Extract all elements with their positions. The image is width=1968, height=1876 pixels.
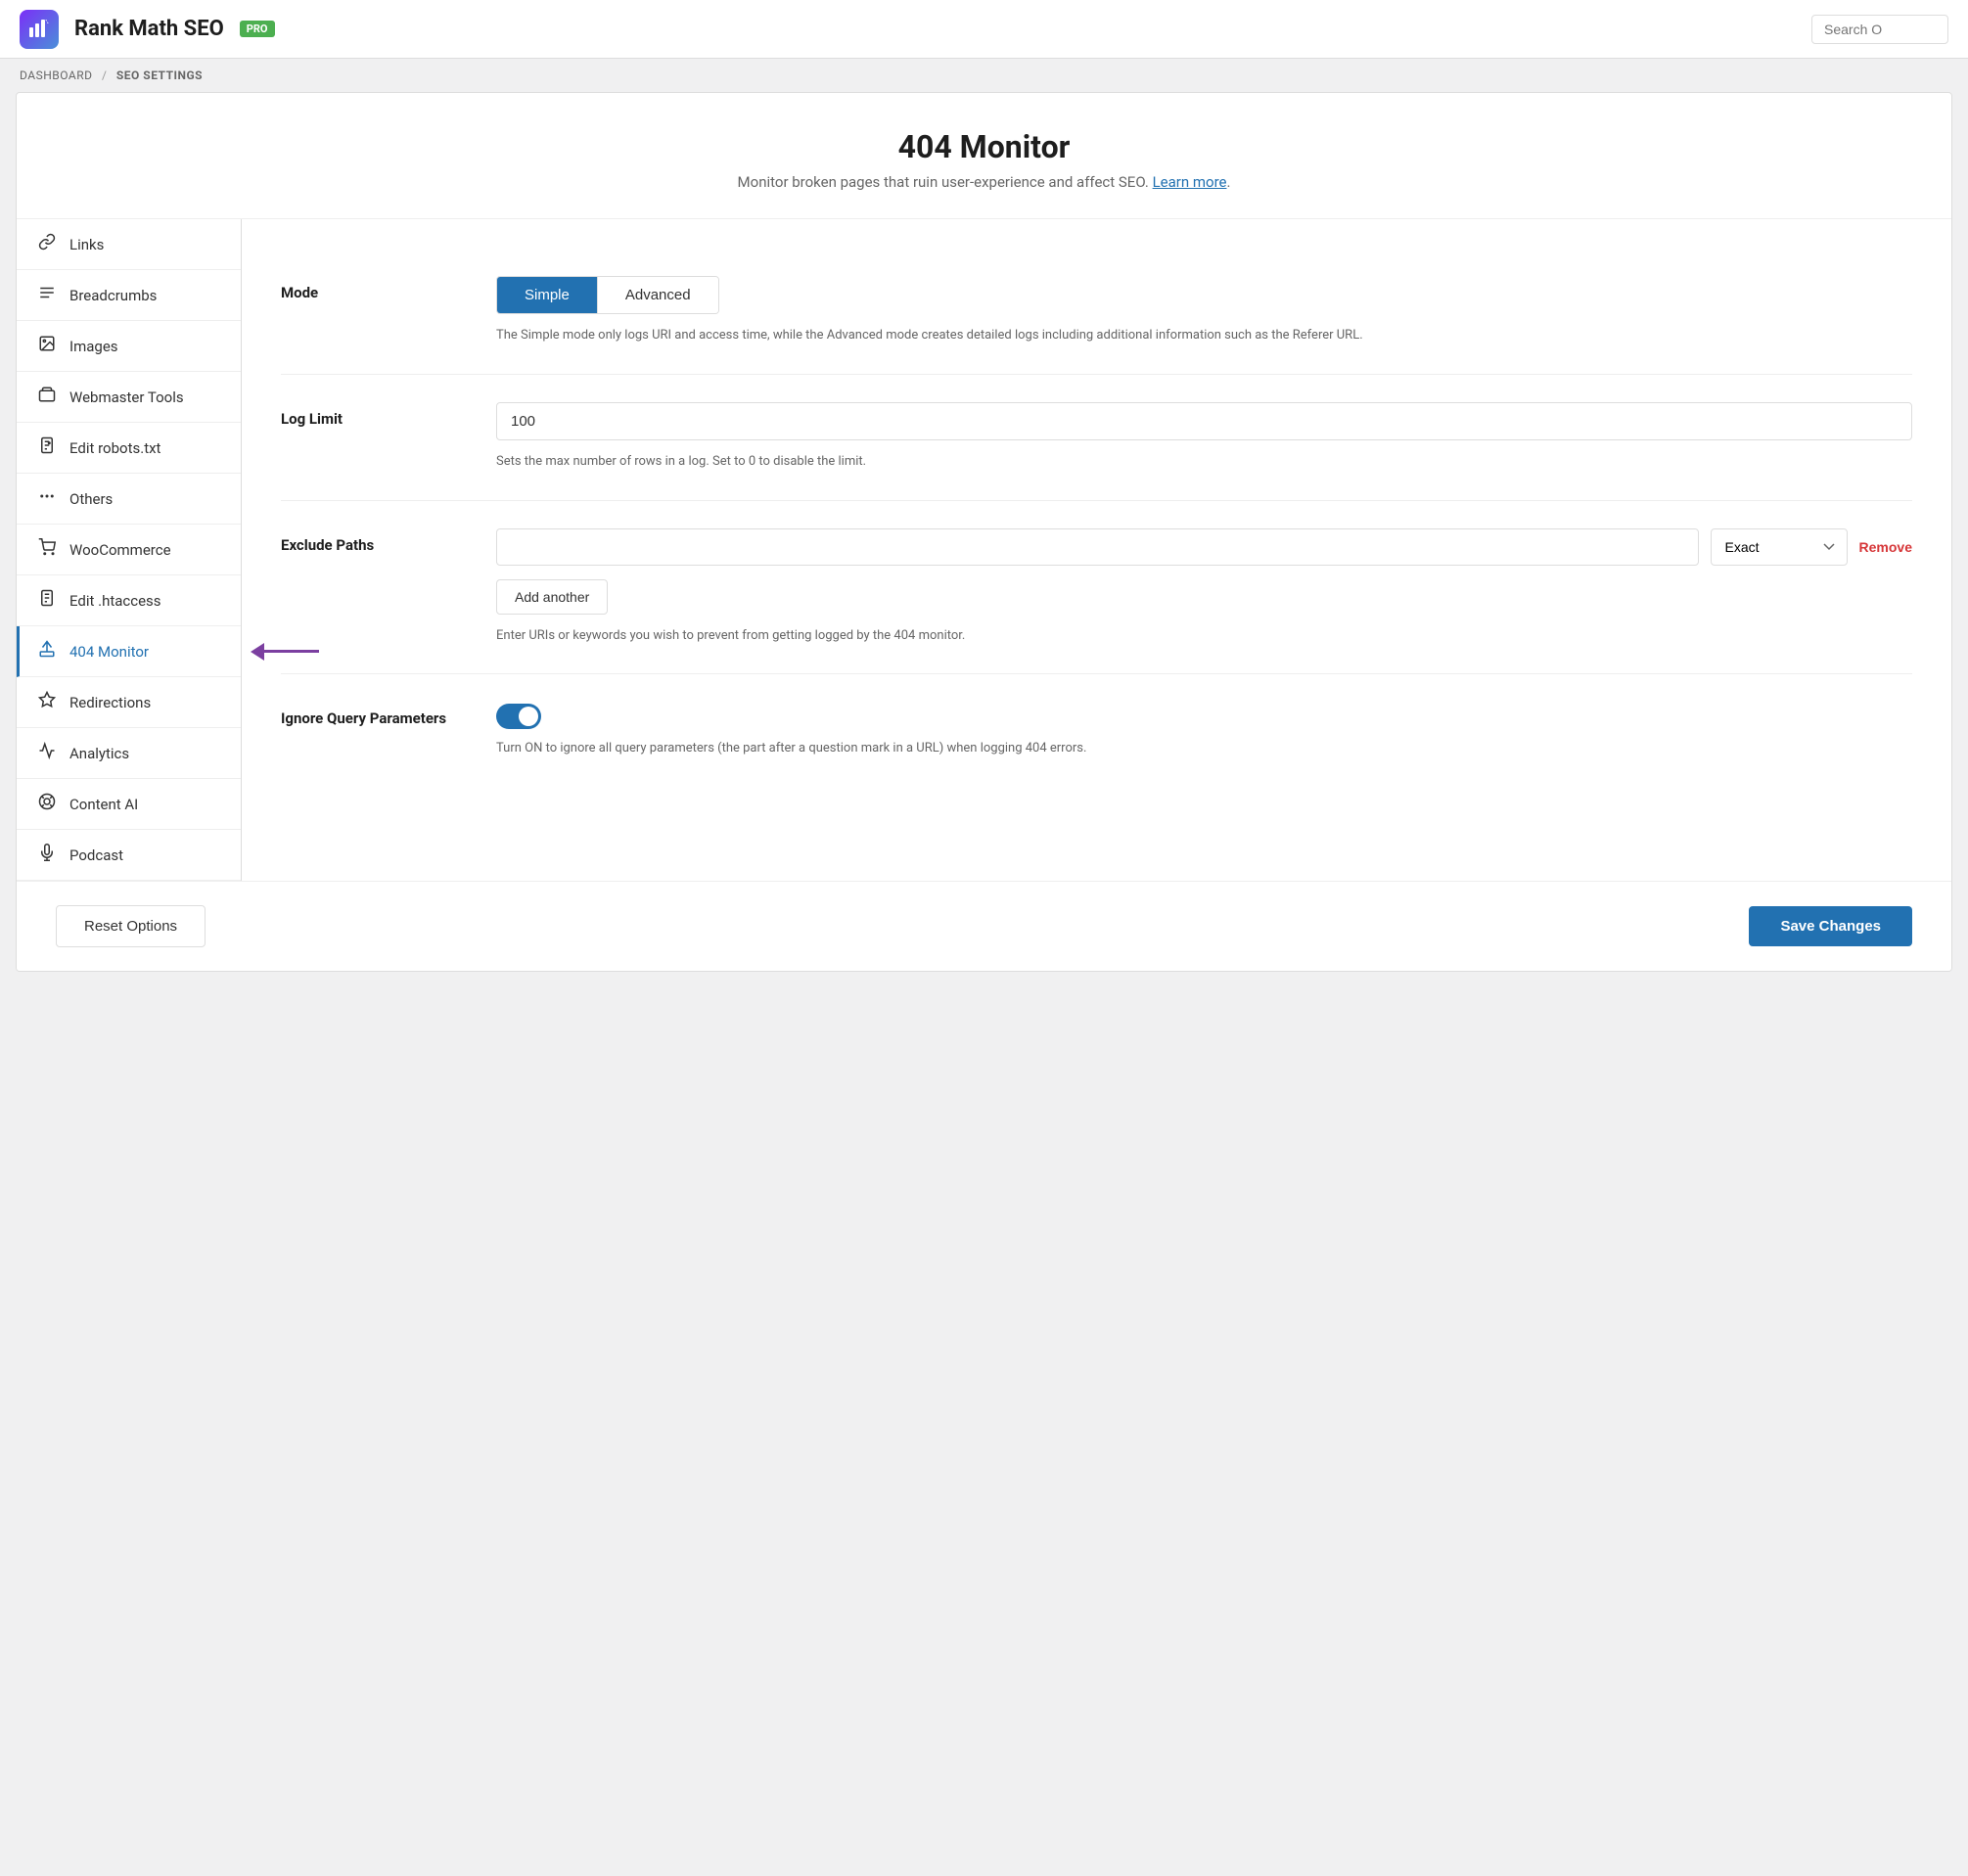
sidebar-item-content-ai[interactable]: Content AI [17, 779, 241, 830]
sidebar-item-links[interactable]: Links [17, 219, 241, 270]
sidebar-label: Others [69, 490, 113, 508]
pointer-arrow [251, 643, 319, 661]
sidebar-label: 404 Monitor [69, 643, 149, 661]
sidebar-label: Redirections [69, 694, 151, 711]
analytics-icon [36, 742, 58, 764]
mode-button-group: Simple Advanced [496, 276, 719, 314]
sidebar-label: WooCommerce [69, 541, 171, 559]
logo [20, 10, 59, 49]
ignore-query-setting-row: Ignore Query Parameters Turn ON to ignor… [281, 674, 1912, 787]
log-limit-control: Sets the max number of rows in a log. Se… [496, 402, 1912, 473]
robots-icon [36, 436, 58, 459]
pro-badge: PRO [240, 21, 275, 37]
mode-description: The Simple mode only logs URI and access… [496, 326, 1912, 346]
sidebar-item-others[interactable]: Others [17, 474, 241, 525]
podcast-icon [36, 844, 58, 866]
exclude-path-input[interactable] [496, 528, 1699, 566]
images-icon [36, 335, 58, 357]
learn-more-link[interactable]: Learn more [1153, 173, 1227, 191]
exclude-row: Exact Contains Starts With Ends With Reg… [496, 528, 1912, 566]
exclude-type-select[interactable]: Exact Contains Starts With Ends With Reg… [1711, 528, 1848, 566]
breadcrumb-separator: / [102, 69, 107, 82]
simple-mode-button[interactable]: Simple [497, 277, 597, 313]
sidebar-label: Analytics [69, 745, 129, 762]
sidebar-label: Podcast [69, 846, 123, 864]
breadcrumbs-icon [36, 284, 58, 306]
main-container: 404 Monitor Monitor broken pages that ru… [16, 92, 1952, 972]
breadcrumb-current: SEO Settings [116, 69, 203, 82]
links-icon [36, 233, 58, 255]
sidebar-item-images[interactable]: Images [17, 321, 241, 372]
mode-label: Mode [281, 276, 457, 346]
toggle-slider [496, 704, 541, 729]
header: Rank Math SEO PRO [0, 0, 1968, 59]
content-layout: Links Breadcrumbs Images [17, 219, 1951, 881]
sidebar-item-edit-robots[interactable]: Edit robots.txt [17, 423, 241, 474]
app-title: Rank Math SEO [74, 17, 224, 41]
monitor-404-icon [36, 640, 58, 663]
sidebar-item-redirections[interactable]: Redirections [17, 677, 241, 728]
breadcrumb-dashboard[interactable]: Dashboard [20, 69, 92, 82]
add-another-button[interactable]: Add another [496, 579, 608, 615]
page-title: 404 Monitor [36, 128, 1932, 165]
others-icon [36, 487, 58, 510]
sidebar: Links Breadcrumbs Images [17, 219, 242, 881]
sidebar-item-podcast[interactable]: Podcast [17, 830, 241, 881]
sidebar-item-woocommerce[interactable]: WooCommerce [17, 525, 241, 575]
page-subtitle: Monitor broken pages that ruin user-expe… [36, 173, 1932, 191]
content-ai-icon [36, 793, 58, 815]
reset-button[interactable]: Reset Options [56, 905, 206, 947]
woocommerce-icon [36, 538, 58, 561]
ignore-query-wrapper [496, 702, 1912, 729]
mode-control: Simple Advanced The Simple mode only log… [496, 276, 1912, 346]
sidebar-label: Images [69, 338, 118, 355]
redirections-icon [36, 691, 58, 713]
footer-bar: Reset Options Save Changes [17, 881, 1951, 971]
log-limit-label: Log Limit [281, 402, 457, 473]
log-limit-description: Sets the max number of rows in a log. Se… [496, 452, 1912, 473]
exclude-paths-setting-row: Exclude Paths Exact Contains Starts With… [281, 501, 1912, 675]
mode-setting-row: Mode Simple Advanced The Simple mode onl… [281, 249, 1912, 375]
exclude-paths-description: Enter URIs or keywords you wish to preve… [496, 626, 1912, 647]
ignore-query-label: Ignore Query Parameters [281, 702, 457, 759]
sidebar-label: Webmaster Tools [69, 389, 184, 406]
page-header: 404 Monitor Monitor broken pages that ru… [17, 93, 1951, 219]
sidebar-item-webmaster-tools[interactable]: Webmaster Tools [17, 372, 241, 423]
sidebar-label: Edit .htaccess [69, 592, 161, 610]
log-limit-input[interactable] [496, 402, 1912, 440]
remove-exclude-button[interactable]: Remove [1859, 539, 1912, 555]
advanced-mode-button[interactable]: Advanced [597, 277, 718, 313]
save-button[interactable]: Save Changes [1749, 906, 1912, 946]
sidebar-label: Edit robots.txt [69, 439, 160, 457]
log-limit-setting-row: Log Limit Sets the max number of rows in… [281, 375, 1912, 501]
htaccess-icon [36, 589, 58, 612]
sidebar-item-404-monitor[interactable]: 404 Monitor [17, 626, 241, 677]
webmaster-icon [36, 386, 58, 408]
ignore-query-control: Turn ON to ignore all query parameters (… [496, 702, 1912, 759]
breadcrumb: Dashboard / SEO Settings [0, 59, 1968, 92]
sidebar-label: Links [69, 236, 104, 253]
ignore-query-description: Turn ON to ignore all query parameters (… [496, 739, 1912, 759]
exclude-paths-label: Exclude Paths [281, 528, 457, 647]
sidebar-item-analytics[interactable]: Analytics [17, 728, 241, 779]
ignore-query-toggle[interactable] [496, 704, 541, 729]
sidebar-label: Content AI [69, 796, 138, 813]
settings-content: Mode Simple Advanced The Simple mode onl… [242, 219, 1951, 881]
sidebar-item-breadcrumbs[interactable]: Breadcrumbs [17, 270, 241, 321]
sidebar-label: Breadcrumbs [69, 287, 157, 304]
search-input[interactable] [1811, 15, 1948, 44]
exclude-paths-control: Exact Contains Starts With Ends With Reg… [496, 528, 1912, 647]
sidebar-item-edit-htaccess[interactable]: Edit .htaccess [17, 575, 241, 626]
